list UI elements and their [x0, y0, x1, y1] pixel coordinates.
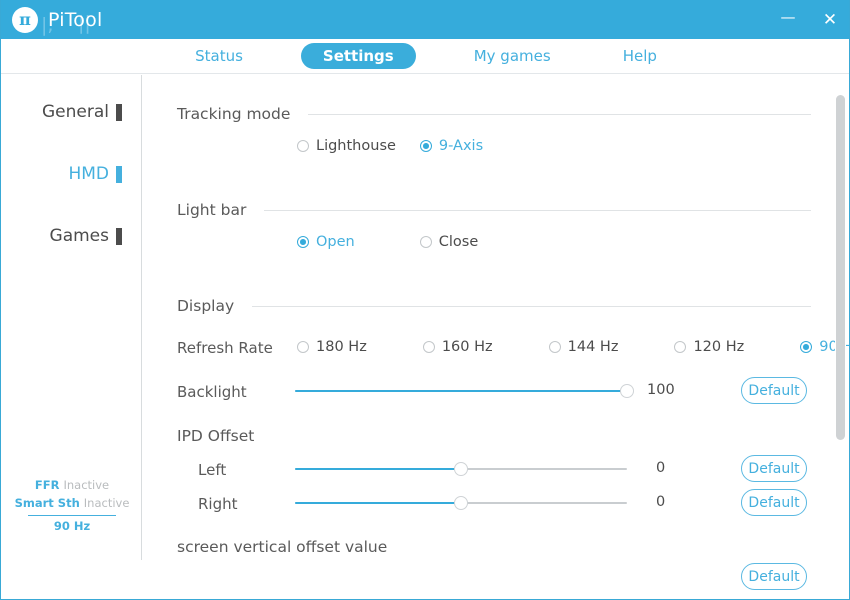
section-display-header: Display [177, 297, 811, 315]
minimize-button[interactable]: — [767, 0, 809, 39]
tab-settings[interactable]: Settings [300, 43, 416, 69]
ipd-offset-title: IPD Offset [177, 427, 255, 445]
sidebar-item-general[interactable]: General [42, 102, 122, 122]
status-key: Smart Sth [14, 495, 80, 510]
refresh-rate-label: Refresh Rate [177, 339, 273, 357]
status-divider [28, 514, 116, 516]
slider-handle[interactable] [454, 496, 468, 510]
backlight-value: 100 [647, 382, 675, 398]
pi-glyph: π [19, 9, 31, 29]
settings-scroll-pane[interactable]: Tracking mode Lighthouse 9-Axis Light ba… [143, 75, 849, 599]
sidebar-marker-icon [116, 227, 122, 245]
ipd-right-default-button[interactable]: Default [741, 489, 807, 516]
scrollbar-thumb[interactable] [836, 95, 845, 440]
sidebar-status-block: FFR Inactive Smart Sth Inactive 90 Hz [2, 476, 142, 535]
radio-open[interactable]: Open [297, 234, 355, 250]
tracking-mode-radio-group: Lighthouse 9-Axis [297, 138, 483, 154]
scrollbar-track[interactable] [835, 78, 846, 596]
section-title: Tracking mode [177, 105, 291, 123]
radio-icon [419, 236, 432, 248]
radio-120hz[interactable]: 120 Hz [674, 339, 744, 355]
sidebar-marker-icon [116, 103, 122, 121]
radio-lighthouse[interactable]: Lighthouse [297, 138, 396, 154]
section-tracking-mode-header: Tracking mode [177, 105, 811, 123]
radio-9-axis[interactable]: 9-Axis [419, 138, 484, 154]
section-light-bar-header: Light bar [177, 201, 811, 219]
section-divider [252, 305, 811, 307]
light-bar-radio-group: Open Close [297, 234, 478, 250]
status-row-smart-sth: Smart Sth Inactive [2, 494, 142, 512]
radio-label: 180 Hz [316, 339, 367, 355]
radio-label: 160 Hz [441, 339, 493, 355]
radio-160hz[interactable]: 160 Hz [422, 339, 493, 355]
sidebar-item-games[interactable]: Games [50, 226, 122, 246]
backlight-default-button[interactable]: Default [741, 377, 807, 404]
radio-icon [800, 341, 813, 353]
radio-icon [419, 140, 432, 152]
close-button[interactable]: ✕ [809, 0, 849, 39]
radio-label: 9-Axis [438, 138, 484, 154]
radio-144hz[interactable]: 144 Hz [548, 339, 619, 355]
ipd-left-default-button[interactable]: Default [741, 455, 807, 482]
sidebar-item-label: Games [49, 226, 109, 246]
radio-icon [297, 236, 309, 248]
slider-handle[interactable] [454, 462, 468, 476]
status-value: Inactive [63, 477, 110, 492]
ipd-left-value: 0 [656, 460, 666, 476]
ipd-right-value: 0 [656, 494, 666, 510]
window-controls: — ✕ [767, 0, 849, 39]
app-title: PiTool [48, 8, 103, 31]
backlight-label: Backlight [177, 383, 247, 401]
status-refresh-rate: 90 Hz [53, 519, 91, 533]
title-bar: π PiTool |, || — ✕ [1, 0, 849, 39]
refresh-rate-radio-group: 180 Hz 160 Hz 144 Hz 120 Hz 90 Hz [297, 339, 849, 355]
backlight-slider[interactable] [295, 383, 634, 399]
tab-my-games[interactable]: My games [460, 44, 565, 68]
status-key: FFR [34, 477, 60, 492]
status-row-ffr: FFR Inactive [2, 476, 142, 494]
radio-label: Close [438, 234, 479, 250]
sidebar: General HMD Games FFR Inactive Smart Sth I… [2, 75, 142, 560]
ipd-left-label: Left [198, 461, 227, 479]
slider-handle[interactable] [620, 384, 634, 398]
sidebar-item-label: HMD [68, 164, 109, 184]
tab-status[interactable]: Status [181, 44, 257, 68]
tab-help[interactable]: Help [609, 44, 671, 68]
radio-label: 144 Hz [567, 339, 619, 355]
section-divider [264, 209, 811, 211]
screen-vertical-offset-title: screen vertical offset value [177, 538, 388, 556]
status-value: Inactive [83, 495, 130, 510]
slider-fill [295, 390, 627, 392]
radio-icon [422, 341, 435, 353]
radio-close[interactable]: Close [419, 234, 479, 250]
section-title: Light bar [177, 201, 247, 219]
radio-label: 120 Hz [693, 339, 745, 355]
slider-fill [295, 468, 461, 470]
radio-icon [548, 341, 561, 353]
section-divider [308, 113, 811, 115]
ipd-right-label: Right [198, 495, 238, 513]
radio-180hz[interactable]: 180 Hz [297, 339, 367, 355]
radio-label: Open [316, 234, 355, 250]
radio-icon [297, 341, 309, 353]
radio-icon [297, 140, 309, 152]
radio-label: Lighthouse [316, 138, 396, 154]
sidebar-item-label: General [42, 102, 109, 122]
main-nav: Status Settings My games Help [1, 39, 849, 74]
pitool-window: π PiTool |, || — ✕ Status Settings My ga… [0, 0, 850, 600]
radio-icon [674, 341, 687, 353]
ipd-right-slider[interactable] [295, 495, 627, 511]
app-logo-icon: π [12, 6, 38, 33]
ipd-left-slider[interactable] [295, 461, 627, 477]
slider-fill [295, 502, 461, 504]
screen-vertical-offset-default-button[interactable]: Default [741, 563, 807, 590]
sidebar-item-hmd[interactable]: HMD [68, 164, 122, 184]
section-title: Display [177, 297, 235, 315]
sidebar-marker-icon [116, 165, 122, 183]
